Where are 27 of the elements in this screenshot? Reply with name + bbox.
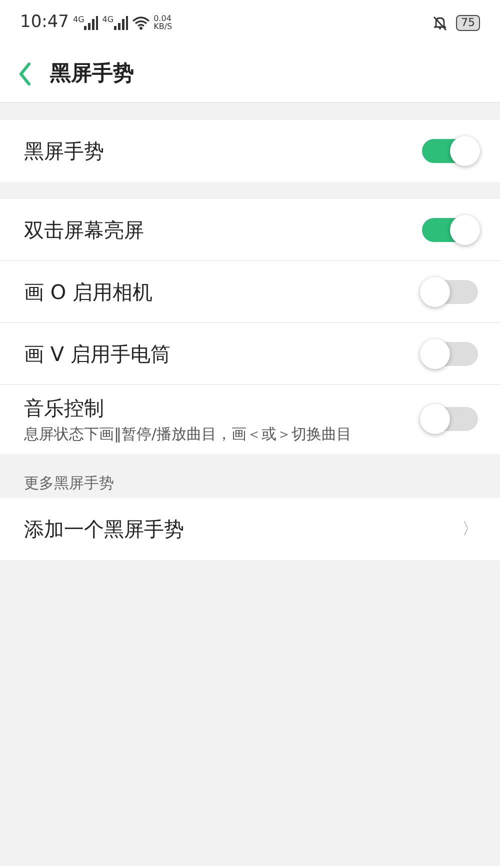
setting-label: 双击屏幕亮屏 <box>24 216 144 244</box>
network-type: 4G <box>73 16 84 24</box>
setting-label: 画 O 启用相机 <box>24 278 152 306</box>
back-button[interactable] <box>18 62 32 86</box>
speed-value: 0.04 <box>154 14 172 22</box>
status-time: 10:47 <box>20 10 69 34</box>
setting-description: 息屏状态下画‖暂停/播放曲目，画＜或＞切换曲目 <box>24 424 352 445</box>
toggle-switch[interactable] <box>422 407 478 432</box>
page-title: 黑屏手势 <box>50 60 134 87</box>
battery-level: 75 <box>456 14 480 30</box>
bell-muted-icon <box>432 14 448 30</box>
signal-icon <box>84 16 98 30</box>
add-gesture-item[interactable]: 添加一个黑屏手势 〉 <box>0 498 500 560</box>
chevron-icon: 〉 <box>462 517 478 541</box>
setting-label: 黑屏手势 <box>24 138 104 165</box>
toggle-switch[interactable] <box>422 218 478 242</box>
toggle-switch[interactable] <box>422 280 478 304</box>
network-type: 4G <box>102 16 114 24</box>
setting-label: 画 V 启用手电筒 <box>24 340 170 368</box>
toggle-switch[interactable] <box>422 139 478 163</box>
section-header: 更多黑屏手势 <box>23 472 115 494</box>
wifi-icon <box>132 16 150 30</box>
toggle-switch[interactable] <box>422 342 478 366</box>
setting-label: 音乐控制 <box>24 395 105 422</box>
signal-icon <box>114 16 128 30</box>
speed-unit: KB/S <box>154 22 172 30</box>
setting-label: 添加一个黑屏手势 <box>24 516 184 543</box>
